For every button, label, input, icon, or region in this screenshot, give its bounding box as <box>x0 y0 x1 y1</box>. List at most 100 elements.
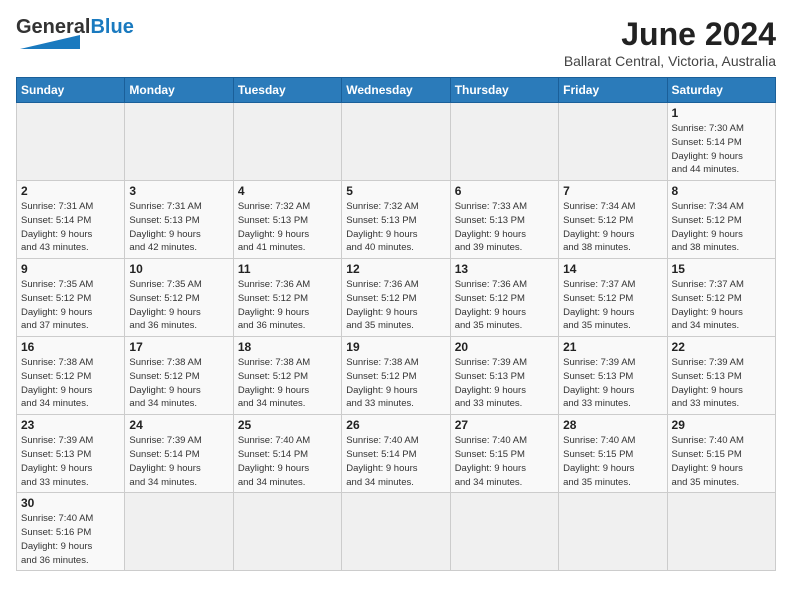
day-number: 23 <box>21 418 120 432</box>
calendar-cell: 7Sunrise: 7:34 AM Sunset: 5:12 PM Daylig… <box>559 181 667 259</box>
calendar-cell: 15 Sunrise: 7:37 AM Sunset: 5:12 PM Dayli… <box>667 259 775 337</box>
calendar-cell <box>125 103 233 181</box>
day-number: 28 <box>563 418 662 432</box>
day-info: Sunrise: 7:38 AM Sunset: 5:12 PM Dayligh… <box>238 356 337 411</box>
day-header-friday: Friday <box>559 78 667 103</box>
day-info: Sunrise: 7:39 AM Sunset: 5:13 PM Dayligh… <box>455 356 554 411</box>
day-info: Sunrise: 7:34 AM Sunset: 5:12 PM Dayligh… <box>672 200 771 255</box>
day-info: Sunrise: 7:30 AM Sunset: 5:14 PM Dayligh… <box>672 122 771 177</box>
calendar-cell: 14 Sunrise: 7:37 AM Sunset: 5:12 PM Dayli… <box>559 259 667 337</box>
calendar-cell: 9 Sunrise: 7:35 AM Sunset: 5:12 PM Daylig… <box>17 259 125 337</box>
calendar-cell: 4Sunrise: 7:32 AM Sunset: 5:13 PM Daylig… <box>233 181 341 259</box>
day-info: Sunrise: 7:40 AM Sunset: 5:14 PM Dayligh… <box>238 434 337 489</box>
day-number: 5 <box>346 184 445 198</box>
calendar-cell: 18 Sunrise: 7:38 AM Sunset: 5:12 PM Dayli… <box>233 337 341 415</box>
day-info: Sunrise: 7:37 AM Sunset: 5:12 PM Dayligh… <box>672 278 771 333</box>
calendar-cell <box>559 103 667 181</box>
day-info: Sunrise: 7:37 AM Sunset: 5:12 PM Dayligh… <box>563 278 662 333</box>
day-info: Sunrise: 7:38 AM Sunset: 5:12 PM Dayligh… <box>21 356 120 411</box>
day-number: 25 <box>238 418 337 432</box>
calendar-cell: 6 Sunrise: 7:33 AM Sunset: 5:13 PM Daylig… <box>450 181 558 259</box>
calendar-cell: 26Sunrise: 7:40 AM Sunset: 5:14 PM Dayli… <box>342 415 450 493</box>
calendar-cell: 20Sunrise: 7:39 AM Sunset: 5:13 PM Dayli… <box>450 337 558 415</box>
day-info: Sunrise: 7:40 AM Sunset: 5:15 PM Dayligh… <box>672 434 771 489</box>
calendar-cell: 11Sunrise: 7:36 AM Sunset: 5:12 PM Dayli… <box>233 259 341 337</box>
calendar-cell <box>450 493 558 571</box>
day-info: Sunrise: 7:36 AM Sunset: 5:12 PM Dayligh… <box>346 278 445 333</box>
calendar-cell: 23 Sunrise: 7:39 AM Sunset: 5:13 PM Dayli… <box>17 415 125 493</box>
day-number: 2 <box>21 184 120 198</box>
day-number: 13 <box>455 262 554 276</box>
calendar-cell: 17 Sunrise: 7:38 AM Sunset: 5:12 PM Dayli… <box>125 337 233 415</box>
day-number: 3 <box>129 184 228 198</box>
calendar-week-2: 2 Sunrise: 7:31 AM Sunset: 5:14 PM Daylig… <box>17 181 776 259</box>
day-header-saturday: Saturday <box>667 78 775 103</box>
day-info: Sunrise: 7:31 AM Sunset: 5:13 PM Dayligh… <box>129 200 228 255</box>
day-number: 4 <box>238 184 337 198</box>
logo-blue-text: Blue <box>90 16 133 39</box>
day-number: 26 <box>346 418 445 432</box>
calendar-cell <box>559 493 667 571</box>
day-number: 6 <box>455 184 554 198</box>
day-number: 16 <box>21 340 120 354</box>
day-info: Sunrise: 7:32 AM Sunset: 5:13 PM Dayligh… <box>346 200 445 255</box>
day-number: 10 <box>129 262 228 276</box>
day-number: 9 <box>21 262 120 276</box>
calendar-cell: 25 Sunrise: 7:40 AM Sunset: 5:14 PM Dayli… <box>233 415 341 493</box>
day-number: 22 <box>672 340 771 354</box>
calendar-cell: 30Sunrise: 7:40 AM Sunset: 5:16 PM Dayli… <box>17 493 125 571</box>
day-info: Sunrise: 7:39 AM Sunset: 5:13 PM Dayligh… <box>21 434 120 489</box>
logo-icon <box>20 35 80 49</box>
title-section: June 2024 Ballarat Central, Victoria, Au… <box>564 16 776 69</box>
calendar-cell <box>17 103 125 181</box>
day-info: Sunrise: 7:38 AM Sunset: 5:12 PM Dayligh… <box>129 356 228 411</box>
day-number: 7 <box>563 184 662 198</box>
day-info: Sunrise: 7:40 AM Sunset: 5:15 PM Dayligh… <box>455 434 554 489</box>
day-number: 14 <box>563 262 662 276</box>
day-number: 19 <box>346 340 445 354</box>
day-number: 18 <box>238 340 337 354</box>
calendar-week-4: 16 Sunrise: 7:38 AM Sunset: 5:12 PM Dayli… <box>17 337 776 415</box>
calendar-table: SundayMondayTuesdayWednesdayThursdayFrid… <box>16 77 776 571</box>
calendar-cell <box>342 493 450 571</box>
day-info: Sunrise: 7:39 AM Sunset: 5:14 PM Dayligh… <box>129 434 228 489</box>
day-number: 17 <box>129 340 228 354</box>
calendar-cell: 10Sunrise: 7:35 AM Sunset: 5:12 PM Dayli… <box>125 259 233 337</box>
day-number: 27 <box>455 418 554 432</box>
header-section: General Blue June 2024 Ballarat Central,… <box>16 16 776 69</box>
location-title: Ballarat Central, Victoria, Australia <box>564 53 776 69</box>
calendar-cell: 22 Sunrise: 7:39 AM Sunset: 5:13 PM Dayli… <box>667 337 775 415</box>
calendar-week-5: 23 Sunrise: 7:39 AM Sunset: 5:13 PM Dayli… <box>17 415 776 493</box>
day-info: Sunrise: 7:36 AM Sunset: 5:12 PM Dayligh… <box>455 278 554 333</box>
month-title: June 2024 <box>564 16 776 53</box>
day-number: 15 <box>672 262 771 276</box>
calendar-cell: 1 Sunrise: 7:30 AM Sunset: 5:14 PM Daylig… <box>667 103 775 181</box>
calendar-cell: 3 Sunrise: 7:31 AM Sunset: 5:13 PM Daylig… <box>125 181 233 259</box>
day-info: Sunrise: 7:33 AM Sunset: 5:13 PM Dayligh… <box>455 200 554 255</box>
calendar-cell <box>667 493 775 571</box>
logo: General Blue <box>16 16 134 49</box>
calendar-cell <box>450 103 558 181</box>
day-info: Sunrise: 7:40 AM Sunset: 5:16 PM Dayligh… <box>21 512 120 567</box>
calendar-cell: 29 Sunrise: 7:40 AM Sunset: 5:15 PM Dayli… <box>667 415 775 493</box>
calendar-cell: 13 Sunrise: 7:36 AM Sunset: 5:12 PM Dayli… <box>450 259 558 337</box>
day-info: Sunrise: 7:35 AM Sunset: 5:12 PM Dayligh… <box>21 278 120 333</box>
day-info: Sunrise: 7:36 AM Sunset: 5:12 PM Dayligh… <box>238 278 337 333</box>
day-info: Sunrise: 7:40 AM Sunset: 5:15 PM Dayligh… <box>563 434 662 489</box>
day-number: 1 <box>672 106 771 120</box>
calendar-cell: 2 Sunrise: 7:31 AM Sunset: 5:14 PM Daylig… <box>17 181 125 259</box>
day-number: 29 <box>672 418 771 432</box>
calendar-cell <box>342 103 450 181</box>
calendar-cell: 28 Sunrise: 7:40 AM Sunset: 5:15 PM Dayli… <box>559 415 667 493</box>
day-header-thursday: Thursday <box>450 78 558 103</box>
calendar-cell: 12Sunrise: 7:36 AM Sunset: 5:12 PM Dayli… <box>342 259 450 337</box>
calendar-cell: 16 Sunrise: 7:38 AM Sunset: 5:12 PM Dayli… <box>17 337 125 415</box>
day-info: Sunrise: 7:39 AM Sunset: 5:13 PM Dayligh… <box>672 356 771 411</box>
day-info: Sunrise: 7:31 AM Sunset: 5:14 PM Dayligh… <box>21 200 120 255</box>
calendar-cell: 19 Sunrise: 7:38 AM Sunset: 5:12 PM Dayli… <box>342 337 450 415</box>
day-info: Sunrise: 7:38 AM Sunset: 5:12 PM Dayligh… <box>346 356 445 411</box>
calendar-week-3: 9 Sunrise: 7:35 AM Sunset: 5:12 PM Daylig… <box>17 259 776 337</box>
calendar-cell: 21Sunrise: 7:39 AM Sunset: 5:13 PM Dayli… <box>559 337 667 415</box>
calendar-week-6: 30Sunrise: 7:40 AM Sunset: 5:16 PM Dayli… <box>17 493 776 571</box>
calendar-cell <box>233 103 341 181</box>
